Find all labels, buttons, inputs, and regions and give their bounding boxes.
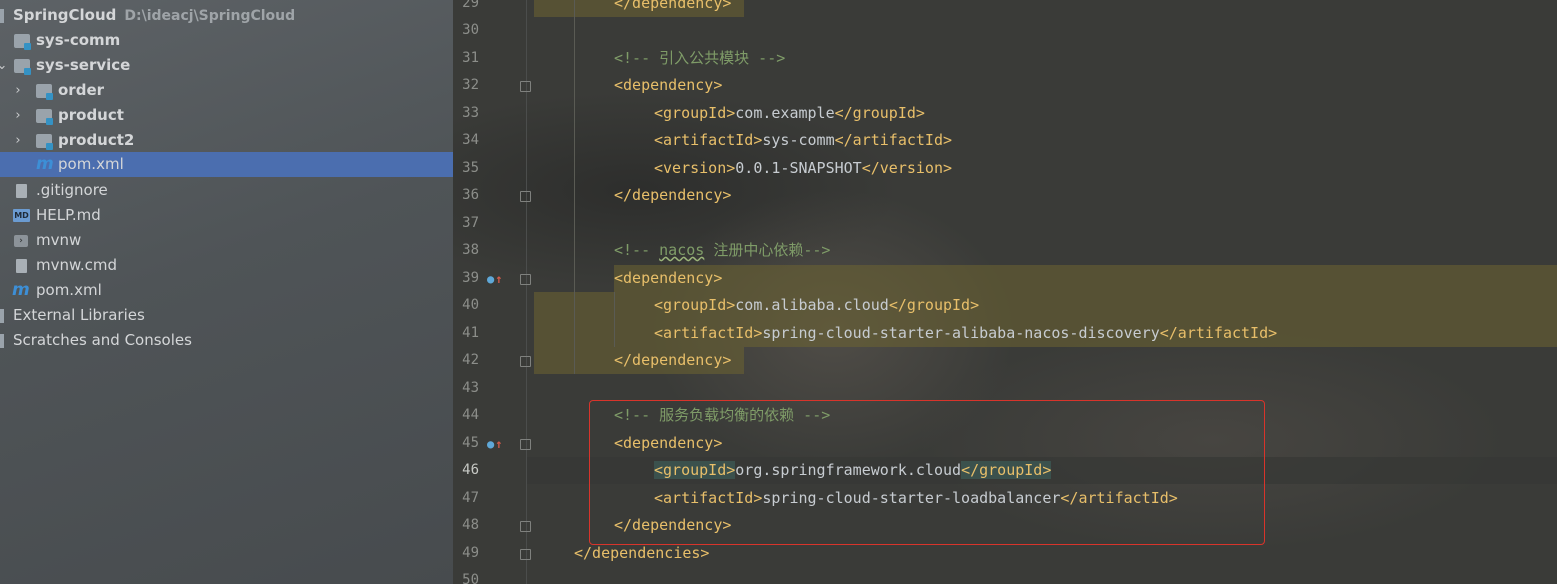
markdown-file-icon: MD: [13, 209, 30, 222]
file-icon: [16, 259, 27, 273]
tree-item-root-pom[interactable]: m pom.xml: [0, 278, 453, 303]
line-number: 30: [462, 22, 479, 38]
tree-item-root[interactable]: SpringCloud D:\ideacj\SpringCloud: [0, 3, 453, 28]
highlight-annotation-box: [589, 400, 1265, 545]
tree-item-sys-comm[interactable]: sys-comm: [0, 28, 453, 53]
fold-marker-icon[interactable]: [520, 549, 531, 560]
libraries-icon: [0, 309, 4, 323]
tree-item-mvnw-cmd[interactable]: mvnw.cmd: [0, 253, 453, 278]
tree-item-help-md[interactable]: MD HELP.md: [0, 203, 453, 228]
line-number: 49: [462, 545, 479, 561]
module-folder-icon: [14, 34, 31, 50]
chevron-right-icon[interactable]: ›: [12, 128, 24, 153]
line-number: 39: [462, 270, 479, 286]
line-number: 42: [462, 352, 479, 368]
maven-icon: m: [36, 154, 54, 174]
fold-marker-icon[interactable]: [520, 81, 531, 92]
fold-marker-icon[interactable]: [520, 274, 531, 285]
tree-item-gitignore[interactable]: .gitignore: [0, 178, 453, 203]
module-folder-icon: [36, 109, 53, 125]
line-number: 33: [462, 105, 479, 121]
code-line-39: <dependency>: [614, 269, 723, 287]
gitignore-file-icon: [16, 184, 27, 198]
code-line-33: <groupId>com.example</groupId>: [654, 104, 925, 122]
line-number: 35: [462, 160, 479, 176]
tree-item-mvnw[interactable]: › mvnw: [0, 228, 453, 253]
line-number: 31: [462, 50, 479, 66]
navigate-dependency-icon[interactable]: ●↑: [487, 437, 502, 451]
line-number: 48: [462, 517, 479, 533]
line-number: 32: [462, 77, 479, 93]
line-number: 29: [462, 0, 479, 11]
line-number: 37: [462, 215, 479, 231]
tree-item-product[interactable]: › product: [0, 103, 453, 128]
indent-guide: [574, 0, 575, 374]
navigate-dependency-icon[interactable]: ●↑: [487, 272, 502, 286]
project-tree-panel: SpringCloud D:\ideacj\SpringCloud sys-com…: [0, 0, 453, 584]
line-number-current: 46: [462, 462, 479, 478]
maven-icon: m: [12, 280, 30, 300]
project-root-label: SpringCloud D:\ideacj\SpringCloud: [13, 6, 296, 24]
fold-marker-icon[interactable]: [520, 356, 531, 367]
scratches-icon: [0, 334, 4, 348]
code-line-31: <!-- 引入公共模块 -->: [614, 49, 786, 67]
code-line-36: </dependency>: [614, 186, 732, 204]
indent-guide: [614, 292, 615, 347]
chevron-right-icon[interactable]: ›: [12, 78, 24, 103]
module-folder-icon: [36, 84, 53, 100]
line-number: 36: [462, 187, 479, 203]
fold-marker-icon[interactable]: [520, 439, 531, 450]
tree-item-product2[interactable]: › product2: [0, 128, 453, 153]
code-line-38: <!-- nacos 注册中心依赖-->: [614, 241, 831, 259]
code-line-40: <groupId>com.alibaba.cloud</groupId>: [654, 296, 980, 314]
chevron-down-icon[interactable]: ⌄: [0, 53, 8, 78]
module-folder-icon: [36, 134, 53, 150]
module-folder-icon: [14, 59, 31, 75]
terminal-file-icon: ›: [14, 235, 28, 247]
line-number: 34: [462, 132, 479, 148]
tree-item-sys-service-pom[interactable]: m pom.xml: [0, 152, 453, 177]
line-number: 40: [462, 297, 479, 313]
tree-item-external-libraries[interactable]: External Libraries: [0, 303, 453, 328]
code-highlight: [614, 265, 1557, 292]
line-number: 43: [462, 380, 479, 396]
line-number: 50: [462, 572, 479, 584]
tree-item-order[interactable]: › order: [0, 78, 453, 103]
project-folder-icon: [0, 9, 4, 23]
code-line-29: </dependency>: [614, 0, 732, 12]
fold-marker-icon[interactable]: [520, 521, 531, 532]
line-number: 38: [462, 242, 479, 258]
line-number: 44: [462, 407, 479, 423]
code-line-42: </dependency>: [614, 351, 732, 369]
line-number: 45: [462, 435, 479, 451]
code-editor[interactable]: 29 30 31 32 33 34 35 36 37 38 39 40 41 4…: [453, 0, 1557, 584]
code-line-41: <artifactId>spring-cloud-starter-alibaba…: [654, 324, 1278, 342]
code-line-34: <artifactId>sys-comm</artifactId>: [654, 131, 953, 149]
line-number: 41: [462, 325, 479, 341]
fold-marker-icon[interactable]: [520, 191, 531, 202]
line-number: 47: [462, 490, 479, 506]
tree-item-sys-service[interactable]: ⌄ sys-service: [0, 53, 453, 78]
code-line-32: <dependency>: [614, 76, 723, 94]
tree-item-scratches[interactable]: Scratches and Consoles: [0, 328, 453, 353]
chevron-right-icon[interactable]: ›: [12, 103, 24, 128]
code-line-35: <version>0.0.1-SNAPSHOT</version>: [654, 159, 953, 177]
